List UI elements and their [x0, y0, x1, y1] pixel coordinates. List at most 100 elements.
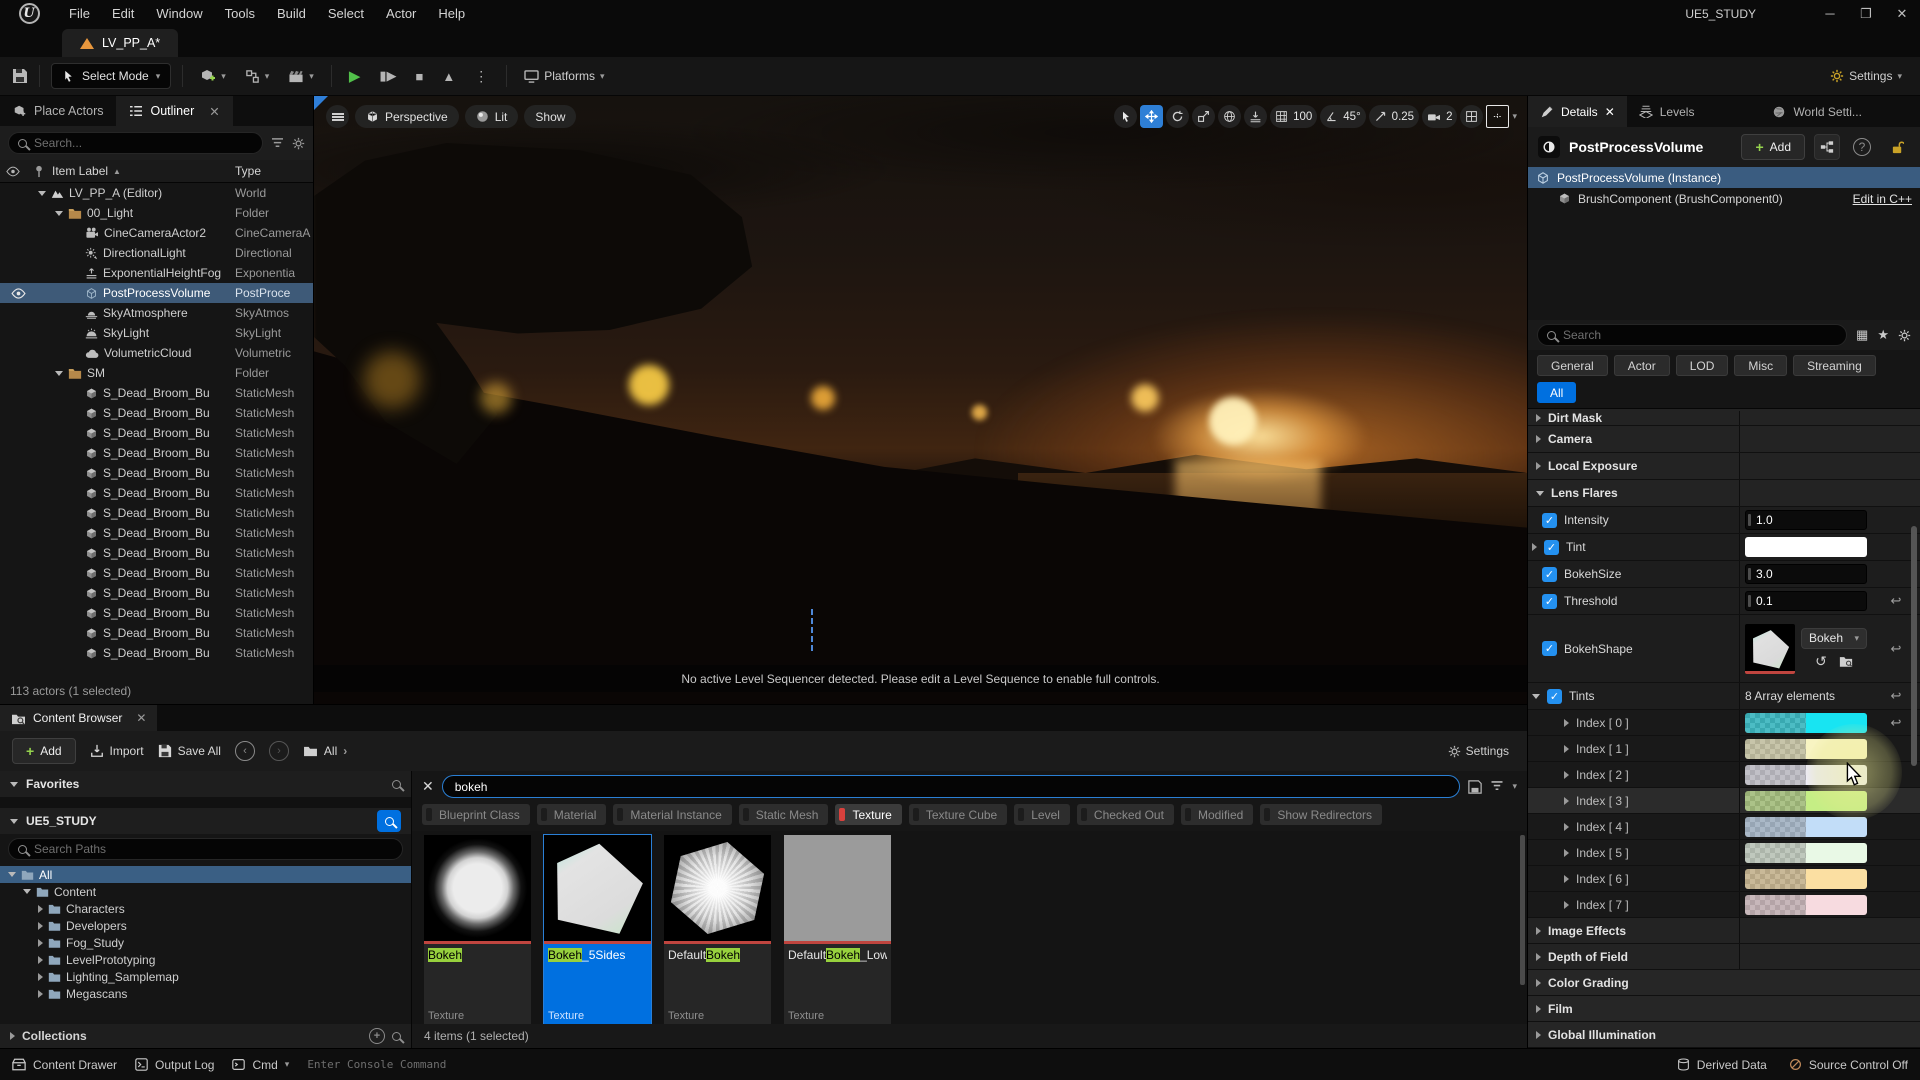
bokeh-shape-thumbnail[interactable]: [1745, 624, 1795, 674]
outliner-row[interactable]: S_Dead_Broom_BuStaticMesh: [0, 503, 313, 523]
revert-icon[interactable]: ↩: [1891, 641, 1902, 657]
stop-button[interactable]: ■: [410, 63, 430, 89]
details-filter-misc[interactable]: Misc: [1734, 355, 1787, 376]
chevron-right-icon[interactable]: [1564, 797, 1569, 805]
tab-details[interactable]: Details ✕: [1528, 96, 1627, 127]
outliner-row[interactable]: S_Dead_Broom_BuStaticMesh: [0, 423, 313, 443]
outliner-row[interactable]: SkyAtmosphereSkyAtmos: [0, 303, 313, 323]
folder-tree-row[interactable]: Fog_Study: [0, 934, 411, 951]
tint-index-row[interactable]: Index [ 1 ]: [1528, 736, 1920, 762]
collections-header[interactable]: Collections +: [0, 1024, 411, 1048]
viewport-options-menu[interactable]: [326, 105, 349, 128]
move-tool-button[interactable]: [1140, 105, 1163, 128]
asset-tile[interactable]: BokehTexture: [424, 835, 531, 1024]
folder-tree-row[interactable]: Content: [0, 883, 411, 900]
filter-chip-texture[interactable]: Texture: [835, 804, 901, 825]
filter-all-tab[interactable]: All: [1537, 382, 1576, 403]
add-collection-icon[interactable]: +: [369, 1028, 385, 1044]
chevron-right-icon[interactable]: [1564, 875, 1569, 883]
category-row[interactable]: Color Grading: [1528, 970, 1920, 996]
details-search-input[interactable]: Search: [1537, 324, 1847, 346]
chevron-right-icon[interactable]: [38, 956, 43, 964]
close-details-tab-icon[interactable]: ✕: [1605, 105, 1615, 119]
tint-index-row[interactable]: Index [ 5 ]: [1528, 840, 1920, 866]
lit-dropdown[interactable]: Lit: [465, 105, 519, 128]
view-filter-icon[interactable]: [1490, 781, 1504, 792]
chevron-right-icon[interactable]: [1536, 1031, 1541, 1039]
revert-icon[interactable]: ↩: [1891, 715, 1902, 731]
tint-swatch[interactable]: [1745, 765, 1867, 785]
outliner-row[interactable]: S_Dead_Broom_BuStaticMesh: [0, 403, 313, 423]
filter-chip-blueprint-class[interactable]: Blueprint Class: [422, 804, 530, 825]
checkbox-checked[interactable]: ✓: [1542, 594, 1557, 609]
skip-button[interactable]: ▮▶: [373, 63, 402, 89]
clear-search-icon[interactable]: ✕: [422, 778, 434, 795]
world-space-button[interactable]: [1218, 105, 1241, 128]
scale-tool-button[interactable]: [1192, 105, 1215, 128]
blueprints-dropdown[interactable]: ▾: [239, 63, 276, 89]
platforms-dropdown[interactable]: Platforms ▾: [518, 63, 610, 89]
viewport-toolbar-chevron-icon[interactable]: ▾: [1512, 111, 1517, 122]
outliner-row[interactable]: S_Dead_Broom_BuStaticMesh: [0, 583, 313, 603]
cmd-dropdown[interactable]: Cmd ▾: [232, 1058, 289, 1072]
import-button[interactable]: Import: [90, 744, 144, 758]
browse-to-asset-icon[interactable]: [1839, 653, 1853, 670]
outliner-row[interactable]: DirectionalLightDirectional: [0, 243, 313, 263]
tab-outliner[interactable]: Outliner ✕: [116, 96, 232, 126]
outliner-row[interactable]: VolumetricCloudVolumetric: [0, 343, 313, 363]
bokeh-shape-dropdown[interactable]: Bokeh▾: [1801, 628, 1867, 649]
unreal-logo-icon[interactable]: U: [0, 3, 58, 24]
close-content-browser-icon[interactable]: ✕: [136, 711, 146, 725]
tint-swatch[interactable]: [1745, 817, 1867, 837]
console-command-input[interactable]: Enter Console Command: [307, 1055, 577, 1075]
category-row[interactable]: Depth of Field: [1528, 944, 1920, 970]
category-row[interactable]: Camera: [1528, 426, 1920, 453]
launch-button[interactable]: ▲: [436, 63, 461, 89]
category-row[interactable]: Lens Flares: [1528, 480, 1920, 507]
outliner-row[interactable]: LV_PP_A (Editor)World: [0, 183, 313, 203]
restore-button[interactable]: ❐: [1848, 0, 1884, 27]
cinematics-dropdown[interactable]: ▾: [282, 63, 320, 89]
maximize-viewport-button[interactable]: [1486, 105, 1509, 128]
menu-file[interactable]: File: [58, 0, 101, 27]
column-type[interactable]: Type: [235, 164, 313, 178]
chevron-down-icon[interactable]: [1536, 491, 1544, 496]
outliner-search-input[interactable]: Search...: [8, 132, 263, 154]
select-tool-button[interactable]: [1114, 105, 1137, 128]
folder-tree-row[interactable]: LevelPrototyping: [0, 951, 411, 968]
back-button[interactable]: ‹: [235, 741, 255, 761]
outliner-row[interactable]: PostProcessVolumePostProce: [0, 283, 313, 303]
revert-icon[interactable]: ↩: [1891, 688, 1902, 704]
menu-select[interactable]: Select: [317, 0, 375, 27]
rotation-snap-button[interactable]: 45°: [1320, 105, 1365, 128]
use-selected-icon[interactable]: ↺: [1815, 653, 1827, 670]
menu-window[interactable]: Window: [145, 0, 213, 27]
chevron-right-icon[interactable]: [1564, 901, 1569, 909]
asset-grid-scrollbar[interactable]: [1520, 835, 1525, 985]
level-viewport[interactable]: Perspective Lit Show 100: [314, 96, 1527, 704]
bokehsize-input[interactable]: 3.0: [1745, 564, 1867, 584]
favorites-star-icon[interactable]: ★: [1877, 327, 1889, 343]
add-actor-dropdown[interactable]: ▾: [194, 63, 232, 89]
tint-index-row[interactable]: Index [ 3 ]: [1528, 788, 1920, 814]
chevron-right-icon[interactable]: [38, 922, 43, 930]
chevron-right-icon[interactable]: [1564, 771, 1569, 779]
checkbox-checked[interactable]: ✓: [1542, 567, 1557, 582]
tint-color-swatch[interactable]: [1745, 537, 1867, 557]
tint-index-row[interactable]: Index [ 6 ]: [1528, 866, 1920, 892]
path-search-toggle-button[interactable]: [377, 810, 401, 832]
chevron-right-icon[interactable]: [1532, 543, 1537, 551]
threshold-input[interactable]: 0.1: [1745, 591, 1867, 611]
category-row[interactable]: Global Illumination: [1528, 1022, 1920, 1048]
outliner-row[interactable]: ExponentialHeightFogExponentia: [0, 263, 313, 283]
filter-chip-material-instance[interactable]: Material Instance: [613, 804, 731, 825]
tint-index-row[interactable]: Index [ 0 ]↩: [1528, 710, 1920, 736]
chevron-right-icon[interactable]: [38, 905, 43, 913]
chevron-down-icon[interactable]: [8, 872, 16, 877]
folder-tree-row[interactable]: Megascans: [0, 985, 411, 1002]
chevron-right-icon[interactable]: [1536, 414, 1541, 422]
chevron-down-icon[interactable]: ▾: [1512, 781, 1517, 792]
outliner-row[interactable]: S_Dead_Broom_BuStaticMesh: [0, 623, 313, 643]
chevron-right-icon[interactable]: [38, 973, 43, 981]
cb-settings-dropdown[interactable]: Settings: [1442, 738, 1515, 764]
